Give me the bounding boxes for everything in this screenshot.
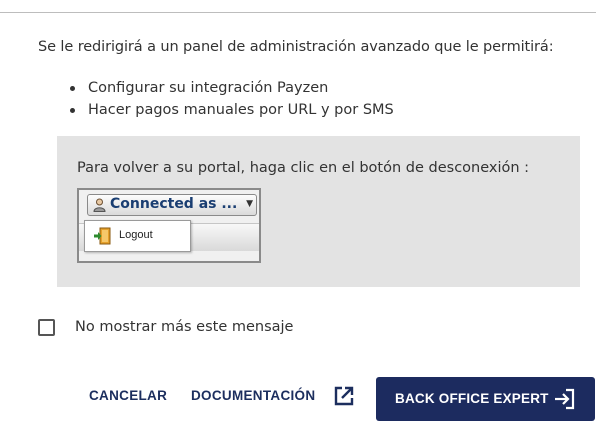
back-office-expert-button[interactable]: BACK OFFICE EXPERT [376,377,595,421]
connected-as-button-image: Connected as ... ▼ [87,194,257,216]
cancel-button[interactable]: CANCELAR [89,388,167,403]
back-office-expert-label: BACK OFFICE EXPERT [395,391,549,406]
sign-in-icon [555,388,575,410]
door-exit-icon [94,227,111,245]
logout-instruction-text: Para volver a su portal, haga clic en el… [77,160,530,176]
caret-down-icon: ▼ [246,199,253,209]
connected-as-label: Connected as ... [110,196,238,212]
dont-show-again-checkbox[interactable] [38,319,55,336]
feature-list: Configurar su integración Payzen Hacer p… [70,77,394,121]
feature-list-item: Hacer pagos manuales por URL y por SMS [70,99,394,121]
logout-info-box: Para volver a su portal, haga clic en el… [57,136,580,287]
logout-illustration: Connected as ... ▼ Logout [77,188,261,263]
documentation-button[interactable]: DOCUMENTACIÓN [191,388,315,403]
intro-text: Se le redirigirá a un panel de administr… [38,39,554,55]
top-divider [0,12,596,13]
external-link-icon[interactable] [333,385,355,407]
feature-list-item: Configurar su integración Payzen [70,77,394,99]
logout-menu-image: Logout [84,220,191,252]
logout-label: Logout [119,229,153,241]
user-icon [93,198,106,212]
dont-show-again-label[interactable]: No mostrar más este mensaje [75,319,293,335]
